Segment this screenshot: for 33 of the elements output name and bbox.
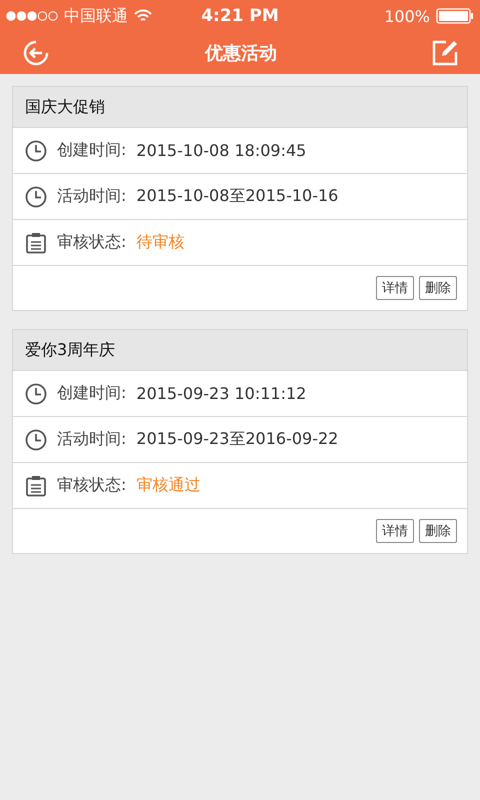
carrier-name: 中国联通 <box>64 6 128 26</box>
battery-percent: 100% <box>384 6 430 26</box>
clock-icon <box>25 140 47 162</box>
back-icon[interactable] <box>22 39 50 67</box>
field-label: 审核状态: <box>57 475 126 496</box>
field-value: 2015-09-23至2016-09-22 <box>136 429 338 450</box>
field-label: 审核状态: <box>57 232 126 253</box>
clipboard-icon <box>25 474 47 496</box>
field-value: 2015-10-08 18:09:45 <box>136 141 306 160</box>
signal-icon <box>6 11 58 21</box>
field-label: 创建时间: <box>57 140 126 161</box>
clock-icon <box>25 428 47 450</box>
details-button[interactable]: 详情 <box>376 276 414 300</box>
activity-title: 爱你3周年庆 <box>13 330 467 371</box>
battery-icon <box>436 8 474 24</box>
status-value: 待审核 <box>136 232 184 253</box>
edit-icon[interactable] <box>432 40 458 66</box>
field-value: 2015-09-23 10:11:12 <box>136 384 306 403</box>
status-value: 审核通过 <box>136 475 200 496</box>
field-label: 活动时间: <box>57 186 126 207</box>
clipboard-icon <box>25 232 47 254</box>
status-time: 4:21 PM <box>200 6 280 26</box>
clock-icon <box>25 186 47 208</box>
field-value: 2015-10-08至2015-10-16 <box>136 186 338 207</box>
details-button[interactable]: 详情 <box>376 519 414 543</box>
activity-title: 国庆大促销 <box>13 87 467 128</box>
field-label: 活动时间: <box>57 429 126 450</box>
wifi-icon <box>134 9 152 23</box>
page-title: 优惠活动 <box>205 42 277 65</box>
field-label: 创建时间: <box>57 383 126 404</box>
delete-button[interactable]: 删除 <box>419 519 457 543</box>
delete-button[interactable]: 删除 <box>419 276 457 300</box>
clock-icon <box>25 382 47 404</box>
